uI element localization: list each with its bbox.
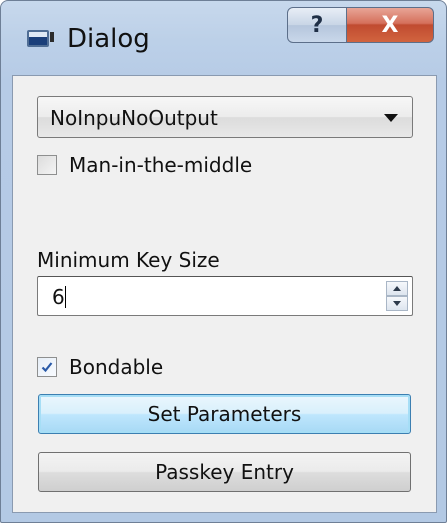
window-title: Dialog: [67, 24, 150, 54]
spin-down-button[interactable]: [386, 296, 408, 311]
bondable-checkbox[interactable]: [37, 357, 57, 377]
question-mark-icon: ?: [310, 12, 324, 38]
bondable-label: Bondable: [69, 355, 164, 379]
passkey-entry-button[interactable]: Passkey Entry: [38, 452, 411, 492]
mitm-checkbox-row[interactable]: Man-in-the-middle: [37, 153, 252, 177]
mitm-checkbox[interactable]: [37, 155, 57, 175]
title-bar[interactable]: Dialog ? X: [1, 1, 446, 75]
io-capability-value: NoInpuNoOutput: [50, 106, 218, 130]
close-icon: X: [381, 12, 399, 38]
mitm-label: Man-in-the-middle: [69, 153, 253, 177]
checkmark-icon: [41, 362, 53, 373]
min-key-size-spinbox[interactable]: 6: [37, 276, 413, 316]
min-key-size-label: Minimum Key Size: [37, 248, 220, 272]
set-parameters-button[interactable]: Set Parameters: [38, 394, 411, 434]
help-button[interactable]: ?: [287, 7, 347, 43]
bondable-checkbox-row[interactable]: Bondable: [37, 355, 163, 379]
min-key-size-value: 6: [52, 285, 65, 309]
dialog-window: Dialog ? X NoInpuNoOutput Man-in-the-mid…: [0, 0, 447, 523]
io-capability-dropdown[interactable]: NoInpuNoOutput: [37, 96, 413, 138]
chevron-down-icon: [384, 114, 398, 122]
spin-buttons: [386, 281, 408, 311]
spin-up-button[interactable]: [386, 281, 408, 296]
caption-buttons: ? X: [287, 7, 434, 43]
close-button[interactable]: X: [347, 7, 434, 43]
chevron-down-icon: [393, 301, 401, 306]
text-caret: [65, 286, 66, 308]
window-app-icon: [27, 30, 54, 47]
chevron-up-icon: [393, 286, 401, 291]
